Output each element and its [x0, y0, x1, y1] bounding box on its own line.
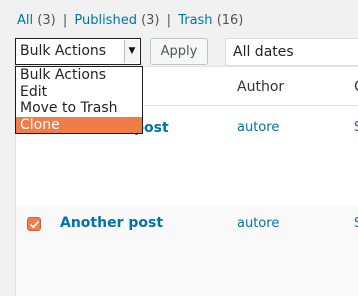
dropdown-option-bulk-actions[interactable]: Bulk Actions: [16, 67, 142, 84]
date-filter-selected-value: All dates: [233, 44, 294, 60]
row-partial-cell[interactable]: S: [354, 216, 358, 231]
dropdown-option-edit[interactable]: Edit: [16, 84, 142, 101]
post-title-link[interactable]: Another post: [60, 215, 163, 231]
column-header-partial[interactable]: C: [354, 79, 358, 95]
filter-published-count: (3): [141, 13, 160, 28]
filter-trash-count: (16): [216, 13, 244, 28]
row-checkbox[interactable]: [27, 217, 41, 231]
filter-all-link[interactable]: All: [17, 13, 33, 28]
row-partial-cell[interactable]: S: [354, 120, 358, 135]
bulk-actions-dropdown-list: Bulk Actions Edit Move to Trash Clone: [15, 66, 143, 134]
dropdown-option-clone[interactable]: Clone: [16, 116, 142, 133]
filter-separator: |: [62, 13, 68, 28]
filter-published-link[interactable]: Published: [74, 13, 137, 28]
author-link[interactable]: autore: [237, 120, 279, 135]
dropdown-option-move-to-trash[interactable]: Move to Trash: [16, 100, 142, 117]
status-filter-links: All (3) | Published (3) | Trash (16): [17, 13, 243, 28]
filter-all-count: (3): [37, 13, 56, 28]
filter-separator: |: [166, 13, 172, 28]
bulk-actions-selected-value: Bulk Actions: [20, 43, 107, 59]
author-link[interactable]: autore: [237, 216, 279, 231]
filter-trash-link[interactable]: Trash: [178, 13, 212, 28]
bulk-actions-select[interactable]: Bulk Actions ▼: [15, 38, 141, 65]
checkmark-icon: [29, 220, 40, 229]
column-header-author[interactable]: Author: [237, 79, 284, 95]
select-arrow-icon[interactable]: ▼: [124, 40, 139, 63]
date-filter-select[interactable]: All dates: [225, 38, 358, 66]
apply-button[interactable]: Apply: [150, 38, 208, 65]
